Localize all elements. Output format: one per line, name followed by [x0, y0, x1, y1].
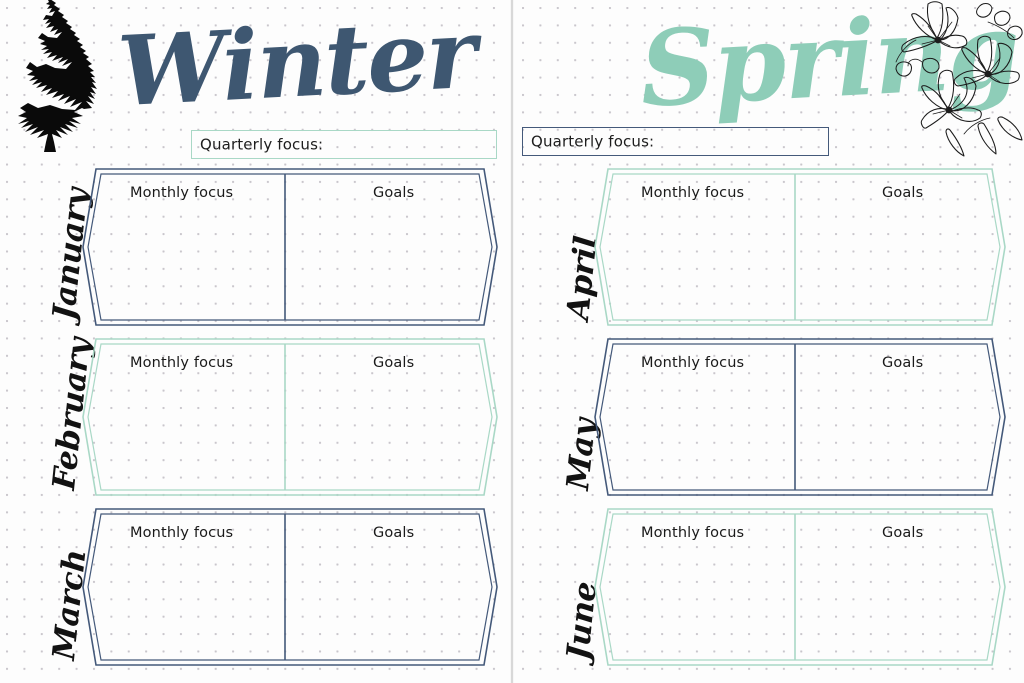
goals-label: Goals	[373, 185, 415, 201]
goals-label: Goals	[373, 355, 415, 371]
monthly-focus-label: Monthly focus	[641, 525, 745, 541]
planner-spread: Winter Spring Quarterly focus: Quarterly…	[0, 0, 1024, 683]
page-spine-divider	[510, 0, 514, 683]
goals-writing-area[interactable]	[289, 376, 479, 488]
goals-label: Goals	[373, 525, 415, 541]
monthly-focus-label: Monthly focus	[641, 355, 745, 371]
quarterly-focus-field-spring[interactable]: Quarterly focus:	[522, 127, 829, 156]
quarterly-focus-field-winter[interactable]: Quarterly focus:	[191, 130, 497, 159]
goals-writing-area[interactable]	[799, 376, 987, 488]
pine-tree-icon	[18, 0, 97, 152]
monthly-focus-label: Monthly focus	[130, 185, 234, 201]
monthly-focus-label: Monthly focus	[130, 355, 234, 371]
monthly-focus-writing-area[interactable]	[101, 376, 281, 488]
goals-label: Goals	[882, 525, 924, 541]
monthly-focus-writing-area[interactable]	[101, 546, 281, 658]
monthly-focus-writing-area[interactable]	[613, 546, 791, 658]
goals-writing-area[interactable]	[289, 206, 479, 318]
monthly-focus-writing-area[interactable]	[101, 206, 281, 318]
goals-label: Goals	[882, 185, 924, 201]
season-title-winter: Winter	[115, 0, 478, 129]
quarterly-focus-label: Quarterly focus:	[200, 135, 324, 154]
monthly-focus-writing-area[interactable]	[613, 376, 791, 488]
goals-writing-area[interactable]	[799, 546, 987, 658]
goals-writing-area[interactable]	[289, 546, 479, 658]
quarterly-focus-label: Quarterly focus:	[531, 132, 655, 151]
monthly-focus-label: Monthly focus	[641, 185, 745, 201]
goals-writing-area[interactable]	[799, 206, 987, 318]
goals-label: Goals	[882, 355, 924, 371]
monthly-focus-label: Monthly focus	[130, 525, 234, 541]
monthly-focus-writing-area[interactable]	[613, 206, 791, 318]
lily-flowers-icon	[895, 1, 1023, 157]
